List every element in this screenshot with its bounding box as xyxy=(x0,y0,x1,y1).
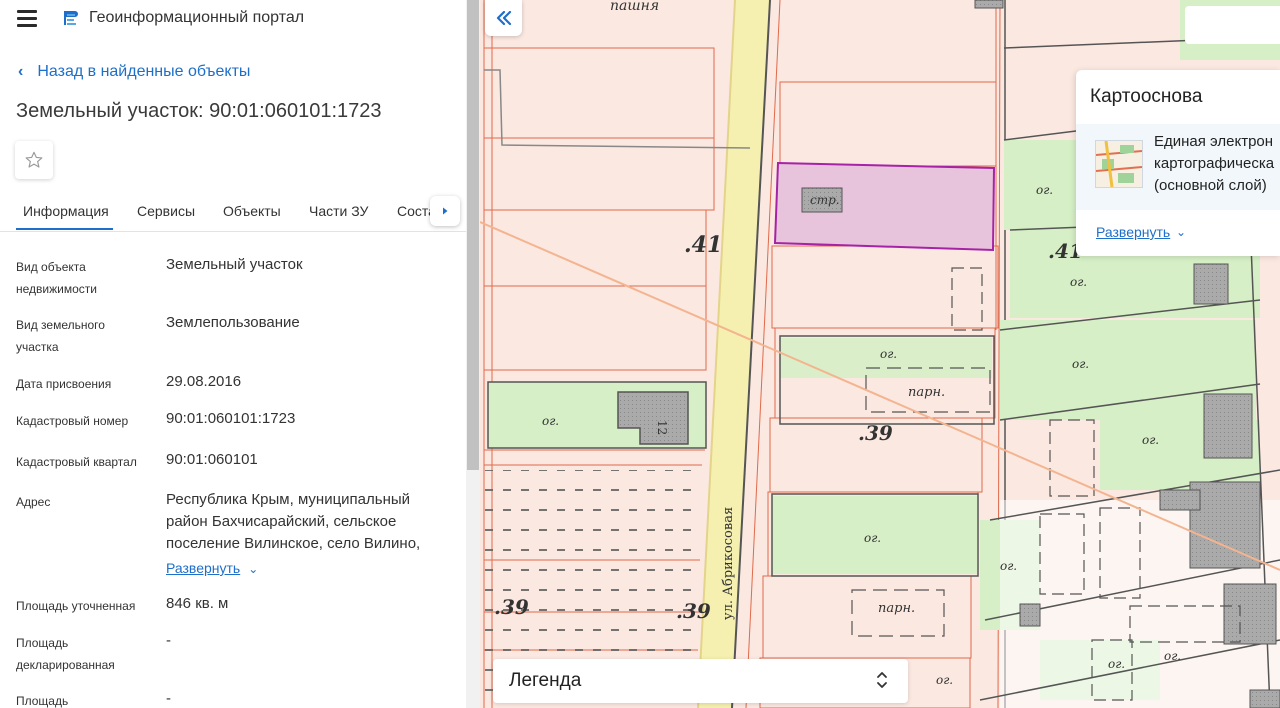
address-text: Республика Крым, муниципальный район Бах… xyxy=(166,491,421,552)
tab-objects[interactable]: Объекты xyxy=(223,203,281,219)
active-tab-indicator xyxy=(16,228,113,230)
back-link-label: Назад в найденные объекты xyxy=(37,63,251,80)
svg-text:парн.: парн. xyxy=(908,385,945,400)
legend-label: Легенда xyxy=(509,670,582,691)
svg-text:.39: .39 xyxy=(494,595,529,619)
basemap-name: Единая электрон картографическа (основно… xyxy=(1154,131,1274,197)
svg-text:.41: .41 xyxy=(684,232,722,258)
attribute-label: Дата присвоения xyxy=(16,377,112,391)
svg-text:ог.: ог. xyxy=(1164,649,1181,663)
basemap-name-line: картографическа xyxy=(1154,155,1275,172)
basemap-option[interactable]: Единая электрон картографическа (основно… xyxy=(1076,124,1280,210)
svg-text:ог.: ог. xyxy=(880,347,897,361)
svg-text:12: 12 xyxy=(655,420,669,435)
basemap-name-line: Единая электрон xyxy=(1154,133,1274,150)
svg-text:ог.: ог. xyxy=(1070,275,1087,289)
app-title: Геоинформационный портал xyxy=(89,9,305,26)
tabs-scroll-right-button[interactable] xyxy=(430,196,460,226)
info-panel: Геоинформационный портал ‹ Назад в найде… xyxy=(0,0,466,708)
attribute-value: 90:01:060101:1723 xyxy=(166,410,296,427)
basemap-expand-link[interactable]: Развернуть xyxy=(1096,224,1170,240)
svg-text:.39: .39 xyxy=(858,421,893,445)
chevron-left-icon: ‹ xyxy=(18,63,24,80)
caret-right-icon xyxy=(443,207,448,215)
tab-information[interactable]: Информация xyxy=(23,203,109,219)
svg-text:ог.: ог. xyxy=(1036,183,1053,197)
tab-parts[interactable]: Части ЗУ xyxy=(309,203,368,219)
attribute-label: Площадь xyxy=(16,694,69,708)
legend-dropdown[interactable]: Легенда xyxy=(493,659,908,703)
svg-text:ог.: ог. xyxy=(1000,559,1017,573)
tab-bar: Информация Сервисы Объекты Части ЗУ Сост… xyxy=(0,193,466,232)
chevron-down-icon: ⌄ xyxy=(248,562,259,576)
attribute-value: Земельный участок xyxy=(166,256,303,273)
collapse-panel-button[interactable] xyxy=(485,0,522,36)
expand-collapse-icon xyxy=(877,672,887,688)
svg-text:ог.: ог. xyxy=(1108,657,1125,671)
portal-logo-icon xyxy=(64,11,78,25)
basemap-thumbnail xyxy=(1095,140,1143,188)
attribute-value: - xyxy=(166,690,171,707)
address-expand[interactable]: Развернуть ⌄ xyxy=(166,557,451,580)
tab-services[interactable]: Сервисы xyxy=(137,203,195,219)
attribute-value: 29.08.2016 xyxy=(166,373,242,390)
double-chevron-left-icon xyxy=(496,11,511,25)
svg-text:ул. Абрикосовая: ул. Абрикосовая xyxy=(721,507,736,620)
svg-text:ог.: ог. xyxy=(864,531,881,545)
star-icon xyxy=(25,151,43,168)
attribute-label: Адрес xyxy=(16,495,51,509)
attribute-label: Вид объекта недвижимости xyxy=(16,260,97,296)
attribute-label: Площадь уточненная xyxy=(16,599,136,613)
favorite-button[interactable] xyxy=(15,141,53,179)
svg-text:ог.: ог. xyxy=(542,414,559,428)
svg-text:пашня: пашня xyxy=(610,0,659,14)
menu-icon[interactable] xyxy=(17,10,37,27)
basemap-title: Картооснова xyxy=(1090,86,1203,107)
scrollbar-thumb[interactable] xyxy=(467,0,479,470)
top-bar: Геоинформационный портал xyxy=(0,0,466,36)
svg-text:ог.: ог. xyxy=(1072,357,1089,371)
basemap-name-line: (основной слой) xyxy=(1154,177,1267,194)
basemap-panel: Картооснова Единая электрон картографиче… xyxy=(1076,70,1280,256)
attribute-label: Кадастровый номер xyxy=(16,414,129,428)
svg-text:.39: .39 xyxy=(676,599,711,623)
expand-address-link[interactable]: Развернуть xyxy=(166,560,240,576)
svg-text:парн.: парн. xyxy=(878,601,915,616)
back-to-results-link[interactable]: ‹ Назад в найденные объекты xyxy=(18,63,250,81)
panel-scrollbar[interactable] xyxy=(466,0,480,708)
attribute-value: Республика Крым, муниципальный район Бах… xyxy=(166,489,451,580)
tab-composition[interactable]: Соста xyxy=(397,203,431,219)
attribute-value: - xyxy=(166,632,171,649)
svg-text:ог.: ог. xyxy=(936,673,953,687)
attribute-label: Площадь декларированная xyxy=(16,636,115,672)
page-title: Земельный участок: 90:01:060101:1723 xyxy=(16,100,382,122)
chevron-down-icon: ⌄ xyxy=(1176,225,1187,239)
attribute-label: Кадастровый квартал xyxy=(16,455,137,469)
svg-text:стр.: стр. xyxy=(810,193,840,207)
attribute-value: 90:01:060101 xyxy=(166,451,258,468)
map-search-box[interactable] xyxy=(1185,6,1280,44)
attribute-value: 846 кв. м xyxy=(166,595,229,612)
attribute-value: Землепользование xyxy=(166,314,300,331)
svg-text:ог.: ог. xyxy=(1142,433,1159,447)
attribute-label: Вид земельного участка xyxy=(16,318,105,354)
